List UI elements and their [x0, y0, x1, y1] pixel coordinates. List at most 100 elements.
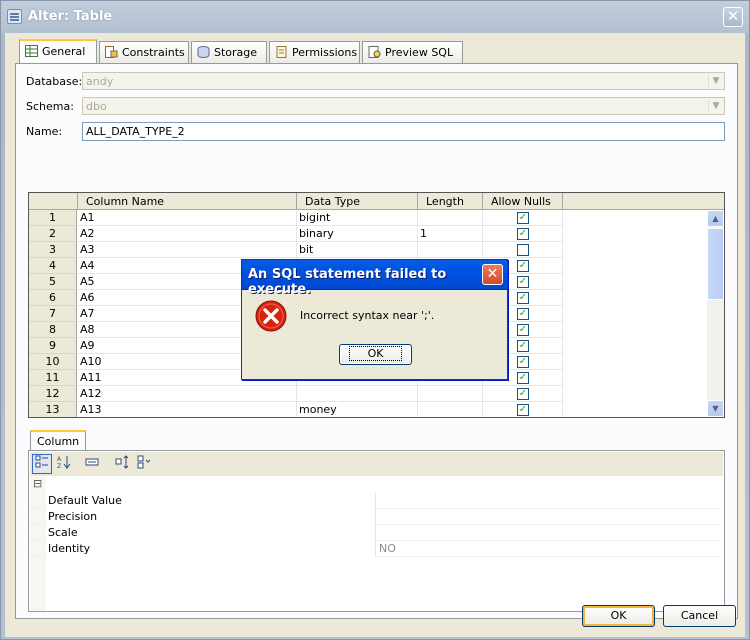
storage-icon — [197, 46, 210, 58]
expand-all-button[interactable] — [112, 454, 132, 474]
allow-nulls-cell[interactable] — [483, 242, 563, 258]
property-row[interactable]: Identity NO — [30, 541, 720, 557]
property-value[interactable] — [377, 493, 721, 509]
allow-nulls-checkbox[interactable]: ✓ — [517, 388, 529, 400]
property-value[interactable] — [377, 509, 721, 525]
row-number[interactable]: 5 — [29, 274, 77, 290]
constraints-icon — [105, 46, 118, 58]
data-type-cell[interactable]: binary — [297, 226, 418, 242]
schema-label: Schema: — [26, 100, 74, 113]
row-number[interactable]: 13 — [29, 402, 77, 417]
row-number[interactable]: 8 — [29, 322, 77, 338]
length-cell[interactable]: 1 — [418, 226, 483, 242]
allow-nulls-checkbox[interactable]: ✓ — [517, 356, 529, 368]
tab-permissions[interactable]: Permissions — [269, 41, 360, 63]
scroll-thumb[interactable] — [707, 228, 724, 300]
header-data-type[interactable]: Data Type — [297, 193, 418, 210]
allow-nulls-checkbox[interactable]: ✓ — [517, 276, 529, 288]
error-dialog-ok-button[interactable]: OK — [339, 344, 412, 365]
row-number[interactable]: 3 — [29, 242, 77, 258]
error-dialog-title-bar: An SQL statement failed to execute. ✕ — [242, 260, 507, 297]
property-value[interactable]: NO — [377, 541, 721, 557]
preview-sql-icon — [368, 46, 381, 58]
tab-general[interactable]: General — [19, 39, 97, 64]
categorized-button[interactable] — [32, 454, 52, 474]
allow-nulls-checkbox[interactable]: ✓ — [517, 340, 529, 352]
row-number[interactable]: 10 — [29, 354, 77, 370]
table-row[interactable]: 12 A12 ✓ — [29, 386, 724, 402]
grid-scrollbar[interactable]: ▲ ▼ — [707, 210, 724, 417]
column-name-cell[interactable]: A3 — [78, 242, 297, 258]
name-field[interactable]: ALL_DATA_TYPE_2 — [82, 122, 725, 141]
permissions-icon — [276, 46, 287, 58]
window-close-button[interactable]: ✕ — [723, 7, 743, 27]
row-number[interactable]: 12 — [29, 386, 77, 402]
error-dialog-close-button[interactable]: ✕ — [482, 264, 503, 285]
header-length[interactable]: Length — [418, 193, 483, 210]
length-cell[interactable] — [418, 242, 483, 258]
header-allow-nulls[interactable]: Allow Nulls — [483, 193, 563, 210]
database-combo[interactable]: andy ▼ — [82, 72, 725, 90]
column-name-cell[interactable]: A1 — [78, 210, 297, 226]
row-number[interactable]: 2 — [29, 226, 77, 242]
property-row[interactable]: Precision — [30, 509, 720, 525]
column-name-cell[interactable]: A13 — [78, 402, 297, 417]
property-row[interactable]: Default Value — [30, 493, 720, 509]
ok-label: OK — [348, 346, 403, 361]
error-dialog-title: An SQL statement failed to execute. — [248, 267, 447, 297]
row-number[interactable]: 1 — [29, 210, 77, 226]
scroll-up-button[interactable]: ▲ — [707, 210, 724, 227]
tab-column[interactable]: Column — [30, 430, 87, 451]
scroll-down-button[interactable]: ▼ — [707, 400, 724, 417]
table-row[interactable]: 2 A2 binary 1 ✓ — [29, 226, 724, 242]
allow-nulls-cell[interactable]: ✓ — [483, 386, 563, 402]
table-row[interactable]: 13 A13 money ✓ — [29, 402, 724, 417]
window-title: Alter: Table — [28, 9, 113, 24]
chevron-down-icon: ▼ — [708, 99, 723, 113]
length-cell[interactable] — [418, 402, 483, 417]
allow-nulls-checkbox[interactable] — [517, 244, 529, 256]
table-row[interactable]: 1 A1 bigint ✓ — [29, 210, 724, 226]
property-pages-button[interactable] — [82, 454, 102, 474]
allow-nulls-cell[interactable]: ✓ — [483, 210, 563, 226]
tab-constraints[interactable]: Constraints — [99, 41, 189, 63]
allow-nulls-checkbox[interactable]: ✓ — [517, 404, 529, 416]
tab-preview-sql[interactable]: Preview SQL — [362, 41, 463, 63]
tab-storage[interactable]: Storage — [191, 41, 267, 63]
allow-nulls-checkbox[interactable]: ✓ — [517, 260, 529, 272]
data-type-cell[interactable]: bigint — [297, 210, 418, 226]
row-number[interactable]: 7 — [29, 306, 77, 322]
collapse-all-button[interactable] — [134, 454, 154, 474]
allow-nulls-cell[interactable]: ✓ — [483, 402, 563, 417]
schema-combo[interactable]: dbo ▼ — [82, 97, 725, 115]
row-number[interactable]: 6 — [29, 290, 77, 306]
column-name-cell[interactable]: A12 — [78, 386, 297, 402]
allow-nulls-cell[interactable]: ✓ — [483, 226, 563, 242]
property-value[interactable] — [377, 525, 721, 541]
table-row[interactable]: 3 A3 bit — [29, 242, 724, 258]
length-cell[interactable] — [418, 210, 483, 226]
length-cell[interactable] — [418, 386, 483, 402]
allow-nulls-checkbox[interactable]: ✓ — [517, 228, 529, 240]
allow-nulls-checkbox[interactable]: ✓ — [517, 292, 529, 304]
alphabetical-button[interactable]: AZ — [54, 454, 74, 474]
row-number[interactable]: 9 — [29, 338, 77, 354]
header-column-name[interactable]: Column Name — [78, 193, 297, 210]
property-row[interactable]: Scale — [30, 525, 720, 541]
allow-nulls-checkbox[interactable]: ✓ — [517, 372, 529, 384]
allow-nulls-checkbox[interactable]: ✓ — [517, 308, 529, 320]
collapse-category-icon[interactable]: ⊟ — [33, 478, 43, 489]
ok-button[interactable]: OK — [582, 605, 655, 627]
data-type-cell[interactable]: money — [297, 402, 418, 417]
title-bar: Alter: Table ✕ — [1, 1, 749, 33]
data-type-cell[interactable] — [297, 386, 418, 402]
error-icon — [255, 300, 287, 332]
data-type-cell[interactable]: bit — [297, 242, 418, 258]
row-number[interactable]: 4 — [29, 258, 77, 274]
properties-toolbar: AZ — [30, 452, 723, 476]
allow-nulls-checkbox[interactable]: ✓ — [517, 324, 529, 336]
column-name-cell[interactable]: A2 — [78, 226, 297, 242]
cancel-button[interactable]: Cancel — [663, 605, 736, 627]
row-number[interactable]: 11 — [29, 370, 77, 386]
allow-nulls-checkbox[interactable]: ✓ — [517, 212, 529, 224]
